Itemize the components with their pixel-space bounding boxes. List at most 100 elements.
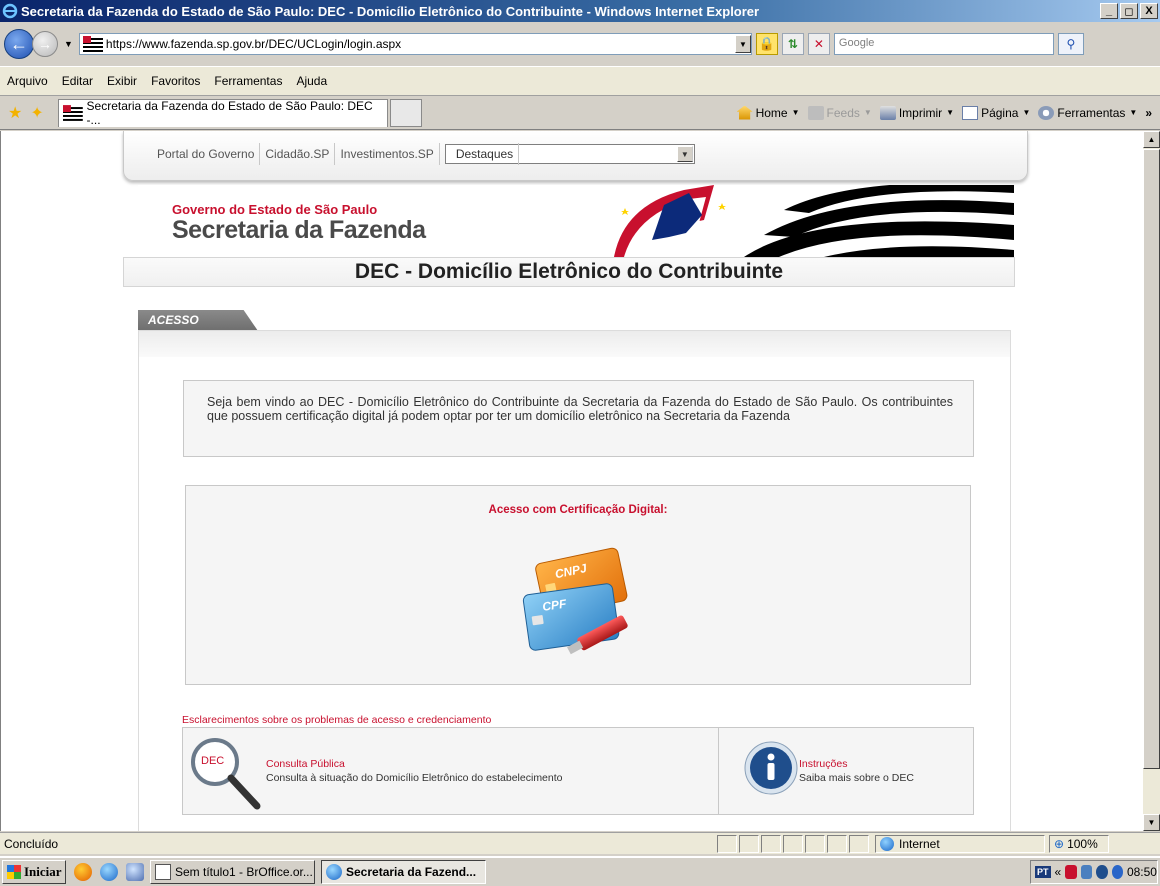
new-tab-button[interactable] bbox=[389, 98, 422, 127]
acesso-panel: Seja bem vindo ao DEC - Domicílio Eletrô… bbox=[138, 330, 1011, 831]
info-icon[interactable] bbox=[743, 740, 799, 796]
scroll-down-icon[interactable]: ▼ bbox=[1143, 814, 1160, 831]
url-text: https://www.fazenda.sp.gov.br/DEC/UCLogi… bbox=[105, 37, 402, 51]
outlook-quicklaunch-icon[interactable] bbox=[126, 863, 144, 881]
home-icon bbox=[736, 105, 753, 120]
destaques-value: Destaques bbox=[451, 143, 520, 165]
consulta-publica-desc: Consulta à situação do Domicílio Eletrôn… bbox=[266, 772, 563, 784]
add-favorite-star-icon[interactable]: ✦ bbox=[30, 103, 43, 123]
pdf-tray-icon[interactable] bbox=[1065, 865, 1077, 879]
sp-flag-favicon-icon bbox=[82, 36, 103, 52]
vertical-scrollbar[interactable]: ▲ ▼ bbox=[1143, 131, 1160, 831]
vertical-divider bbox=[718, 728, 719, 814]
forward-button[interactable]: → bbox=[32, 31, 58, 57]
minimize-button[interactable]: _ bbox=[1100, 3, 1118, 19]
language-indicator[interactable]: PT bbox=[1035, 866, 1051, 878]
tab-acesso[interactable]: ACESSO bbox=[138, 310, 258, 331]
scroll-up-icon[interactable]: ▲ bbox=[1143, 131, 1160, 148]
destaques-select[interactable]: Destaques ▼ bbox=[444, 143, 695, 165]
chevron-down-icon[interactable]: ▼ bbox=[864, 108, 872, 117]
security-zone[interactable]: Internet bbox=[875, 834, 1045, 853]
menu-favoritos[interactable]: Favoritos bbox=[144, 74, 207, 88]
lock-icon[interactable]: 🔒 bbox=[755, 33, 778, 55]
refresh-icon[interactable]: ⇅ bbox=[781, 33, 804, 55]
browser-viewport: Portal do Governo Cidadão.SP Investiment… bbox=[0, 131, 1143, 831]
address-dropdown-icon[interactable]: ▼ bbox=[734, 35, 751, 53]
taskbar-item-ie[interactable]: Secretaria da Fazend... bbox=[321, 860, 486, 884]
feeds-button[interactable]: Feeds ▼ bbox=[807, 105, 872, 120]
tray-expand-icon[interactable]: « bbox=[1055, 865, 1062, 879]
stop-icon[interactable]: ✕ bbox=[807, 33, 830, 55]
consulta-publica-option[interactable]: Consulta Pública Consulta à situação do … bbox=[266, 758, 563, 784]
link-investimentos-sp[interactable]: Investimentos.SP bbox=[335, 143, 440, 165]
printer-icon bbox=[879, 105, 896, 120]
chevron-down-icon[interactable]: ▼ bbox=[1022, 108, 1030, 117]
windows-taskbar: Iniciar Sem título1 - BrOffice.or... Sec… bbox=[0, 856, 1160, 886]
search-icon[interactable]: ⚲ bbox=[1057, 33, 1084, 55]
search-input[interactable]: Google bbox=[833, 33, 1054, 55]
tools-button[interactable]: Ferramentas ▼ bbox=[1038, 105, 1137, 120]
menu-exibir[interactable]: Exibir bbox=[100, 74, 144, 88]
magnifier-dec-icon[interactable]: DEC bbox=[187, 734, 265, 814]
address-toolbar: ← → ▼ https://www.fazenda.sp.gov.br/DEC/… bbox=[0, 22, 1160, 66]
chevron-down-icon[interactable]: ▼ bbox=[1129, 108, 1137, 117]
info-tray-icon[interactable] bbox=[1096, 865, 1108, 879]
maximize-button[interactable]: ◻ bbox=[1120, 3, 1138, 19]
chevron-down-icon[interactable]: ▼ bbox=[946, 108, 954, 117]
status-slot bbox=[717, 834, 737, 853]
home-button[interactable]: Home ▼ bbox=[736, 105, 800, 120]
document-icon bbox=[155, 864, 171, 880]
status-message: Concluído bbox=[4, 836, 59, 851]
address-input[interactable]: https://www.fazenda.sp.gov.br/DEC/UCLogi… bbox=[78, 33, 752, 55]
network-tray-icon[interactable] bbox=[1080, 865, 1093, 879]
zoom-level[interactable]: ⊕ 100% bbox=[1049, 834, 1109, 853]
access-help-link[interactable]: Esclarecimentos sobre os problemas de ac… bbox=[182, 714, 491, 726]
back-button[interactable]: ← bbox=[4, 29, 34, 59]
status-slot bbox=[783, 834, 803, 853]
clock: 08:50 bbox=[1126, 865, 1157, 879]
instrucoes-desc: Saiba mais sobre o DEC bbox=[799, 772, 914, 784]
system-tray: PT « 08:50 bbox=[1030, 860, 1158, 884]
consulta-publica-title[interactable]: Consulta Pública bbox=[266, 758, 563, 770]
menu-bar: Arquivo Editar Exibir Favoritos Ferramen… bbox=[0, 66, 1160, 96]
status-slot bbox=[761, 834, 781, 853]
status-slot bbox=[849, 834, 869, 853]
instrucoes-title[interactable]: Instruções bbox=[799, 758, 914, 770]
certificate-access-box: Acesso com Certificação Digital: CNPJ CP… bbox=[185, 485, 971, 685]
more-commands-button[interactable]: » bbox=[1145, 106, 1152, 120]
menu-ferramentas[interactable]: Ferramentas bbox=[207, 74, 289, 88]
chevron-down-icon[interactable]: ▼ bbox=[676, 146, 693, 162]
governo-label: Governo do Estado de São Paulo bbox=[172, 202, 378, 217]
browser-tab-active[interactable]: Secretaria da Fazenda do Estado de São P… bbox=[57, 98, 388, 127]
globe-icon bbox=[880, 836, 894, 851]
link-portal-do-governo[interactable]: Portal do Governo bbox=[152, 143, 261, 165]
instrucoes-option[interactable]: Instruções Saiba mais sobre o DEC bbox=[799, 758, 914, 784]
taskbar-item-broffice[interactable]: Sem título1 - BrOffice.or... bbox=[150, 860, 315, 884]
tab-bar: ★ ✦ Secretaria da Fazenda do Estado de S… bbox=[0, 96, 1160, 130]
page-button[interactable]: Página ▼ bbox=[962, 105, 1030, 120]
link-cidadao-sp[interactable]: Cidadão.SP bbox=[260, 143, 336, 165]
page-icon bbox=[962, 105, 979, 120]
print-button[interactable]: Imprimir ▼ bbox=[879, 105, 954, 120]
chevron-down-icon[interactable]: ▼ bbox=[792, 108, 800, 117]
window-title: Secretaria da Fazenda do Estado de São P… bbox=[21, 3, 760, 19]
update-tray-icon[interactable] bbox=[1111, 865, 1123, 879]
secretaria-logo-text: Secretaria da Fazenda bbox=[172, 216, 426, 244]
sao-paulo-flag-graphic bbox=[614, 185, 1014, 257]
menu-ajuda[interactable]: Ajuda bbox=[289, 74, 334, 88]
ie-quicklaunch-icon[interactable] bbox=[100, 863, 118, 881]
firefox-quicklaunch-icon[interactable] bbox=[74, 863, 92, 881]
favorites-center-star-icon[interactable]: ★ bbox=[8, 103, 22, 123]
scrollbar-thumb[interactable] bbox=[1143, 149, 1160, 769]
page-title: DEC - Domicílio Eletrônico do Contribuin… bbox=[123, 257, 1015, 287]
menu-editar[interactable]: Editar bbox=[55, 74, 100, 88]
menu-arquivo[interactable]: Arquivo bbox=[0, 74, 55, 88]
ie-icon bbox=[326, 864, 342, 880]
history-dropdown-icon[interactable]: ▼ bbox=[64, 39, 73, 49]
start-button[interactable]: Iniciar bbox=[2, 860, 66, 884]
close-button[interactable]: X bbox=[1140, 3, 1158, 19]
panel-header-band bbox=[139, 331, 1010, 357]
status-bar: Concluído Internet ⊕ 100% bbox=[0, 832, 1160, 854]
digital-certificate-cards-icon[interactable]: CNPJ CPF bbox=[518, 546, 638, 656]
tab-label: Secretaria da Fazenda do Estado de São P… bbox=[86, 99, 373, 127]
